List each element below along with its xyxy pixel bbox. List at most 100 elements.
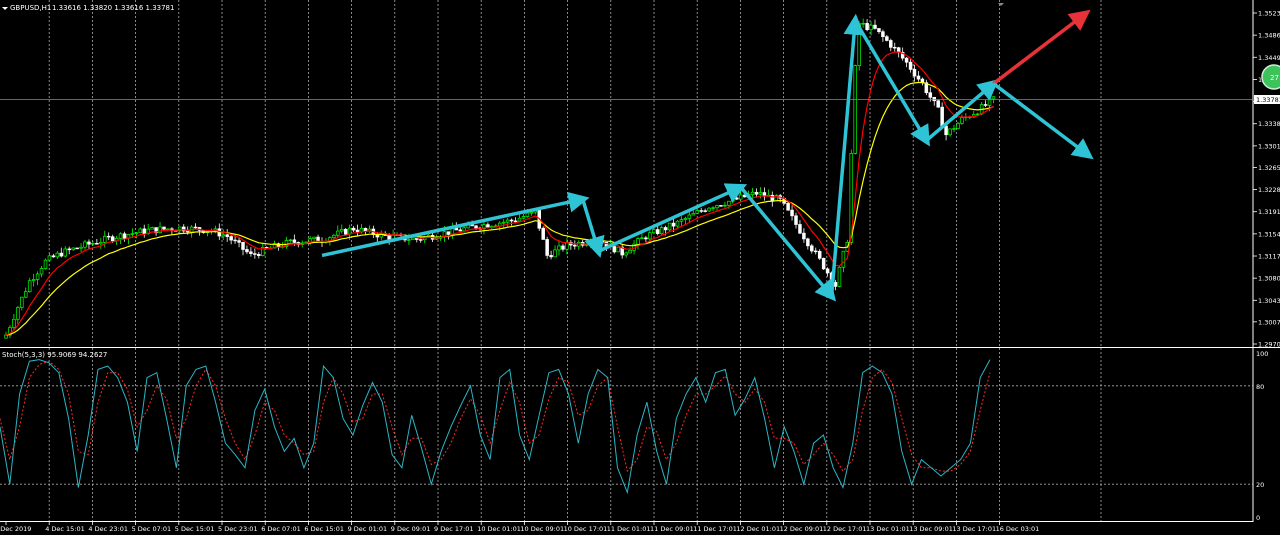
candle-body [825,268,830,274]
price-tick-label: 1.34860 [1258,32,1280,40]
candle-body [892,46,897,49]
candle-body [24,291,28,298]
candle-body [719,205,723,207]
candle-body [731,197,735,202]
candle-body [249,251,253,254]
candle-body [446,231,451,235]
candle-body [798,224,802,234]
symbol-label: GBPUSD,H1 [10,4,51,12]
candle-body [707,207,711,212]
candle-body [474,225,478,229]
candle-body [95,242,99,245]
candle-body [541,227,545,240]
candle-body [648,232,652,240]
candle-body [122,233,127,239]
candle-body [687,214,692,219]
time-tick-label: 6 Dec 15:01 [304,525,344,533]
candle-body [138,228,143,234]
candle-body [257,253,261,256]
candle-body [142,228,147,234]
candle-body [644,237,648,240]
candle-body [67,248,71,251]
price-tick-label: 1.30800 [1258,275,1280,283]
candle-body [229,236,233,241]
candle-body [87,241,91,245]
candle-body [952,128,956,130]
candle-body [39,268,44,275]
candle-body [134,232,139,234]
candle-body [695,210,699,214]
time-tick-label: 5 Dec 15:01 [175,525,215,533]
candle-body [802,232,806,240]
candle-body [699,210,703,212]
candle-body [833,281,838,287]
candle-body [221,234,226,237]
trade-badge-text: 27 [1270,74,1279,82]
candle-body [991,96,996,100]
time-tick-label: 13 Dec 17:01 [952,525,996,533]
candle-body [343,228,348,235]
candle-body [51,255,56,258]
candle-body [288,239,293,242]
time-tick-label: 12 Dec 17:01 [823,525,867,533]
candle-body [351,227,356,231]
candle-body [241,241,245,250]
candle-body [837,266,842,287]
candle-body [960,117,964,124]
candle-body [545,239,549,256]
candle-body [916,75,921,80]
candle-body [99,242,103,245]
candle-body [130,233,135,235]
time-tick-label: 13 Dec 09:01 [909,525,953,533]
candle-body [861,23,865,25]
candle-body [750,191,755,195]
candle-body [616,246,620,253]
candle-body [790,209,794,217]
candle-body [715,205,719,209]
candle-body [521,216,526,219]
candle-body [79,246,83,249]
candle-body [110,236,115,242]
candle-body [233,239,237,242]
candle-body [387,235,391,240]
chart-canvas: 1.352301.348601.344901.341201.337501.333… [0,0,1280,535]
candle-body [332,234,336,239]
price-tick-label: 1.35230 [1258,10,1280,18]
candle-body [944,125,948,136]
candle-body [20,296,24,308]
price-tick-label: 1.33380 [1258,120,1280,128]
candle-body [71,247,75,251]
candle-body [407,239,411,241]
candle-body [671,222,676,227]
current-price-text: 1.33781 [1256,96,1280,104]
time-tick-label: 16 Dec 03:01 [996,525,1040,533]
candle-body [106,235,111,238]
candle-body [150,227,154,230]
time-tick-label: 11 Dec 01:01 [607,525,651,533]
candle-body [549,255,553,258]
candle-body [245,249,249,253]
candle-body [806,238,810,247]
candle-body [75,247,79,250]
candle-body [912,69,917,77]
candle-body [754,191,759,195]
candle-body [956,123,960,129]
price-tick-label: 1.31170 [1258,253,1280,261]
candle-body [59,252,64,257]
candle-body [758,192,763,195]
time-tick-label: 5 Dec 07:01 [132,525,172,533]
time-tick-label: 12 Dec 09:01 [780,525,824,533]
time-tick-label: 10 Dec 01:01 [477,525,521,533]
candle-body [983,104,988,106]
candle-body [553,249,557,258]
time-tick-label: 11 Dec 17:01 [693,525,737,533]
candle-body [889,40,893,48]
candle-body [166,228,170,231]
time-tick-label: 11 Dec 09:01 [650,525,694,533]
candle-body [932,96,936,102]
price-tick-label: 1.32280 [1258,186,1280,194]
candle-body [873,24,877,29]
candle-body [628,250,632,254]
candle-body [703,210,707,212]
candle-body [336,230,340,236]
